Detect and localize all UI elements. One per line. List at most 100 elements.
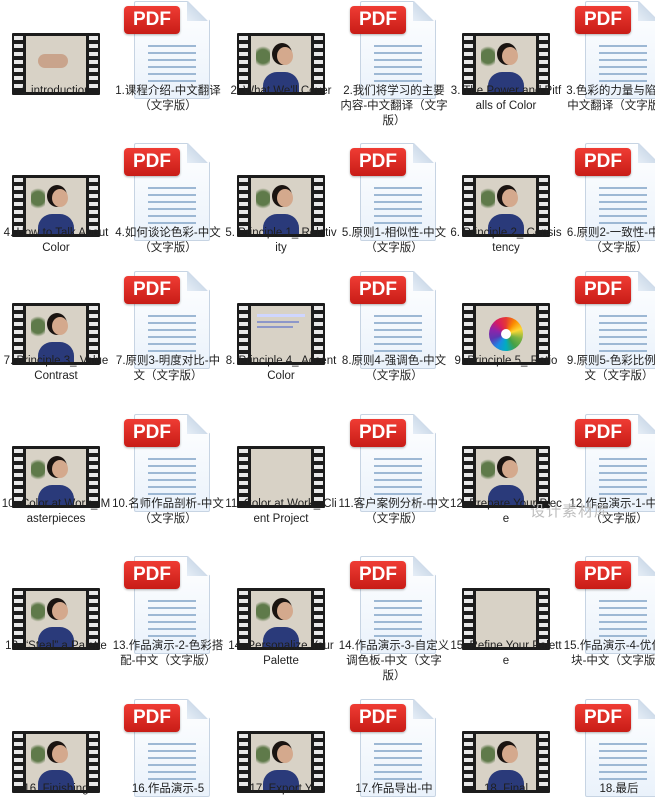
pdf-file-item[interactable]: PDF 10.名师作品剖析-中文（文字版）	[112, 413, 224, 525]
pdf-badge: PDF	[124, 419, 180, 447]
pdf-badge: PDF	[575, 419, 631, 447]
pdf-badge: PDF	[124, 148, 180, 176]
pdf-file-icon: PDF	[575, 271, 655, 369]
file-name-label: 8.原则4-强调色-中文（文字版）	[341, 355, 447, 382]
pdf-badge: PDF	[124, 561, 180, 589]
watermark-text: 设计素材库	[530, 502, 611, 520]
file-name-label: 7.原则3-明度对比-中文（文字版）	[115, 355, 221, 382]
pdf-file-icon: PDF	[124, 143, 216, 241]
video-file-item[interactable]: 18. Final	[450, 698, 562, 795]
video-file-item[interactable]: 3. The Power and Pitfalls of Color	[450, 0, 562, 112]
video-file-item[interactable]: 8. Principle 4_ Accent Color	[225, 270, 337, 382]
file-name-label: 17. Export Y	[249, 783, 313, 795]
video-file-item[interactable]: 2. What We'll Cover	[225, 0, 337, 97]
pdf-file-icon: PDF	[350, 556, 442, 654]
file-name-label: 1.课程介绍-中文翻译（文字版）	[115, 85, 221, 112]
pdf-badge: PDF	[124, 6, 180, 34]
pdf-file-icon: PDF	[124, 556, 216, 654]
video-file-item[interactable]: 17. Export Y	[225, 698, 337, 795]
video-file-item[interactable]: 10. Color at Work_ Masterpieces	[0, 413, 112, 525]
file-name-label: 7. Principle 3_ Value Contrast	[3, 355, 109, 382]
file-name-label: 14. Personalize Your Palette	[228, 640, 334, 667]
video-file-item[interactable]: 1.introduction	[0, 0, 112, 97]
file-name-label: 4.如何谈论色彩-中文（文字版）	[115, 227, 221, 254]
pdf-file-icon: PDF	[575, 1, 655, 99]
pdf-file-icon: PDF	[350, 271, 442, 369]
pdf-file-item[interactable]: PDF 4.如何谈论色彩-中文（文字版）	[112, 142, 224, 254]
pdf-badge: PDF	[350, 148, 406, 176]
pdf-file-item[interactable]: PDF 9.原则5-色彩比例-中文（文字版）	[563, 270, 655, 382]
video-file-item[interactable]: 15. Refine Your Palette	[450, 555, 562, 667]
pdf-file-item[interactable]: PDF 16.作品演示-5	[112, 698, 224, 797]
file-name-label: 9. Principle 5_ Ratio	[454, 355, 558, 367]
file-name-label: 11.客户案例分析-中文（文字版）	[338, 498, 450, 525]
file-name-label: 2.我们将学习的主要内容-中文翻译（文字版）	[340, 85, 448, 127]
pdf-file-item[interactable]: PDF 5.原则1-相似性-中文（文字版）	[338, 142, 450, 254]
pdf-file-item[interactable]: PDF 7.原则3-明度对比-中文（文字版）	[112, 270, 224, 382]
file-name-label: 16. Finishing	[23, 783, 89, 795]
file-name-label: 18. Final	[483, 783, 529, 795]
pdf-badge: PDF	[575, 6, 631, 34]
file-name-label: 4. How to Talk About Color	[3, 227, 109, 254]
pdf-file-item[interactable]: PDF 8.原则4-强调色-中文（文字版）	[338, 270, 450, 382]
pdf-file-icon: PDF	[575, 699, 655, 797]
pdf-file-icon: PDF	[350, 699, 442, 797]
file-name-label: 2. What We'll Cover	[230, 85, 332, 97]
video-file-item[interactable]: 6. Principle 2_ Consistency	[450, 142, 562, 254]
pdf-badge: PDF	[575, 276, 631, 304]
file-name-label: 3.色彩的力量与陷阱-中文翻译（文字版）	[566, 85, 655, 112]
file-name-label: 10. Color at Work_ Masterpieces	[1, 498, 111, 525]
file-name-label: 6. Principle 2_ Consistency	[450, 227, 562, 254]
pdf-file-item[interactable]: PDF 17.作品导出-中	[338, 698, 450, 797]
pdf-file-item[interactable]: PDF 13.作品演示-2-色彩搭配-中文（文字版）	[112, 555, 224, 667]
file-name-label: 14.作品演示-3-自定义调色板-中文（文字版）	[338, 640, 450, 682]
file-name-label: 13. “Steal” a Palette	[5, 640, 107, 652]
video-file-item[interactable]: 11. Color at Work_ Client Project	[225, 413, 337, 525]
pdf-badge: PDF	[350, 561, 406, 589]
file-name-label: 5.原则1-相似性-中文（文字版）	[341, 227, 447, 254]
file-name-label: 5. Principle 1_ Relativity	[225, 227, 337, 254]
file-name-label: 15.作品演示-4-优化色块-中文（文字版）	[563, 640, 655, 667]
pdf-file-icon: PDF	[575, 556, 655, 654]
pdf-badge: PDF	[350, 276, 406, 304]
file-name-label: 9.原则5-色彩比例-中文（文字版）	[566, 355, 655, 382]
pdf-file-item[interactable]: PDF 18.最后	[563, 698, 655, 797]
pdf-badge: PDF	[124, 704, 180, 732]
pdf-file-item[interactable]: PDF 6.原则2-一致性-中文（文字版）	[563, 142, 655, 254]
file-name-label: 15. Refine Your Palette	[450, 640, 562, 667]
file-name-label: 1.introduction	[21, 85, 91, 97]
pdf-file-icon: PDF	[350, 414, 442, 512]
pdf-file-icon: PDF	[124, 699, 216, 797]
video-file-item[interactable]: 4. How to Talk About Color	[0, 142, 112, 254]
pdf-file-icon: PDF	[575, 414, 655, 512]
pdf-file-icon: PDF	[350, 143, 442, 241]
file-name-label: 16.作品演示-5	[131, 783, 205, 795]
pdf-file-item[interactable]: PDF 11.客户案例分析-中文（文字版）	[338, 413, 450, 525]
pdf-file-item[interactable]: PDF 3.色彩的力量与陷阱-中文翻译（文字版）	[563, 0, 655, 112]
video-file-item[interactable]: 16. Finishing	[0, 698, 112, 795]
pdf-badge: PDF	[350, 704, 406, 732]
pdf-file-item[interactable]: PDF12.作品演示-1-中文（文字版）	[563, 413, 655, 525]
file-name-label: 13.作品演示-2-色彩搭配-中文（文字版）	[112, 640, 224, 667]
pdf-file-item[interactable]: PDF 2.我们将学习的主要内容-中文翻译（文字版）	[338, 0, 450, 127]
pdf-file-icon: PDF	[350, 1, 442, 99]
file-name-label: 8. Principle 4_ Accent Color	[225, 355, 337, 382]
pdf-file-item[interactable]: PDF 14.作品演示-3-自定义调色板-中文（文字版）	[338, 555, 450, 682]
video-file-item[interactable]: 5. Principle 1_ Relativity	[225, 142, 337, 254]
pdf-file-item[interactable]: PDF 15.作品演示-4-优化色块-中文（文字版）	[563, 555, 655, 667]
video-file-item[interactable]: 7. Principle 3_ Value Contrast	[0, 270, 112, 382]
video-file-item[interactable]: 13. “Steal” a Palette	[0, 555, 112, 652]
pdf-badge: PDF	[575, 561, 631, 589]
video-file-item[interactable]: 9. Principle 5_ Ratio	[450, 270, 562, 367]
pdf-badge: PDF	[350, 6, 406, 34]
pdf-badge: PDF	[124, 276, 180, 304]
video-file-item[interactable]: 12. Prepare Your Piece	[450, 413, 562, 525]
file-name-label: 11. Color at Work_ Client Project	[225, 498, 337, 525]
pdf-badge: PDF	[575, 148, 631, 176]
video-file-item[interactable]: 14. Personalize Your Palette	[225, 555, 337, 667]
file-name-label: 17.作品导出-中	[355, 783, 433, 795]
file-name-label: 6.原则2-一致性-中文（文字版）	[566, 227, 655, 254]
pdf-file-icon: PDF	[124, 271, 216, 369]
pdf-file-item[interactable]: PDF 1.课程介绍-中文翻译（文字版）	[112, 0, 224, 112]
file-name-label: 18.最后	[599, 783, 639, 795]
